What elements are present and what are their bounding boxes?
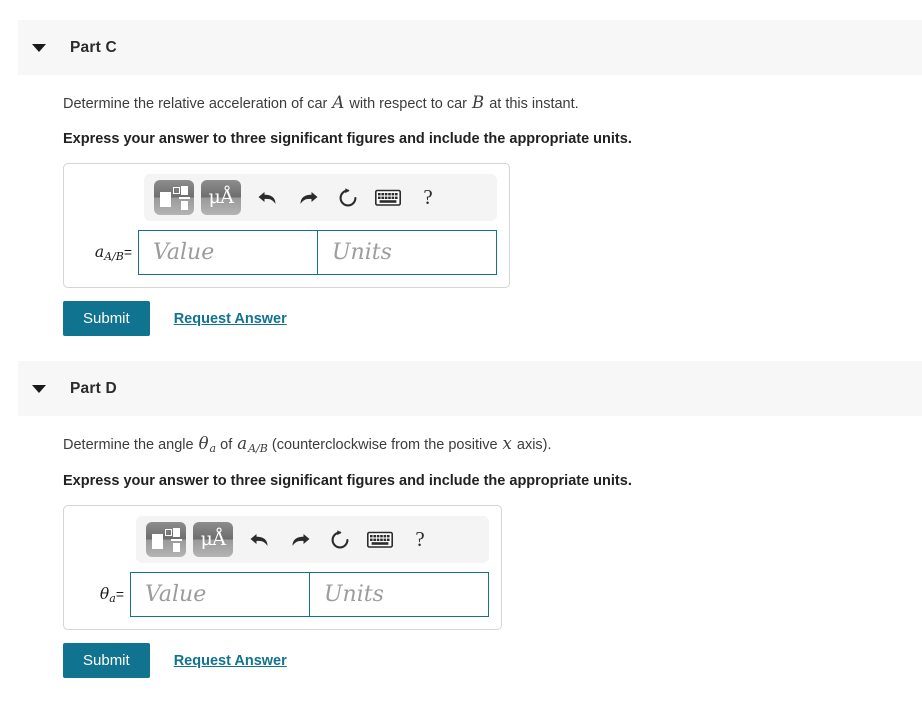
- template-glyph: [160, 185, 190, 210]
- question-prefix: Determine the angle: [63, 437, 198, 454]
- answer-input-row: θa=: [76, 572, 489, 618]
- answer-box-d: μÅ ? θa= Value Units: [63, 505, 502, 631]
- part-title: Part C: [70, 38, 117, 56]
- submit-button[interactable]: Submit: [63, 643, 150, 679]
- math-toolbar: μÅ ?: [144, 174, 497, 222]
- instruction-text: Express your answer to three significant…: [63, 131, 632, 148]
- undo-icon[interactable]: [240, 522, 280, 558]
- instruction-text: Express your answer to three significant…: [63, 473, 632, 490]
- answer-var-equals: =: [123, 244, 132, 261]
- request-answer-link[interactable]: Request Answer: [174, 311, 287, 327]
- part-body-d: Determine the angle θa of aA/B (counterc…: [0, 416, 922, 679]
- keyboard-icon[interactable]: [368, 180, 408, 216]
- math-template-icon[interactable]: [146, 522, 186, 558]
- undo-icon[interactable]: [248, 180, 288, 216]
- question-prefix: Determine the relative acceleration of c…: [63, 96, 332, 112]
- units-input[interactable]: [309, 572, 489, 618]
- question-text: Determine the angle θa of aA/B (counterc…: [63, 432, 922, 457]
- redo-icon[interactable]: [288, 180, 328, 216]
- question-middle: of: [216, 437, 237, 454]
- math-var-theta: θ: [198, 434, 209, 454]
- answer-box-c: μÅ ? aA/B= Value Units: [63, 163, 510, 289]
- units-icon[interactable]: μÅ: [193, 522, 233, 558]
- redo-icon[interactable]: [280, 522, 320, 558]
- submit-row-d: Submit Request Answer: [63, 643, 922, 679]
- part-header-d[interactable]: Part D: [18, 361, 922, 417]
- question-suffix: (counterclockwise from the positive: [267, 437, 502, 454]
- math-var-a: A: [332, 93, 345, 112]
- help-icon[interactable]: ?: [400, 522, 440, 558]
- math-var-a-sub: A/B: [248, 442, 268, 456]
- question-text: Determine the relative acceleration of c…: [63, 91, 922, 115]
- reset-icon[interactable]: [320, 522, 360, 558]
- value-input[interactable]: [130, 572, 310, 618]
- submit-row-c: Submit Request Answer: [63, 301, 922, 337]
- question-suffix: at this instant.: [485, 96, 579, 112]
- units-glyph: μÅ: [208, 186, 234, 209]
- part-body-c: Determine the relative acceleration of c…: [0, 75, 922, 337]
- units-glyph: μÅ: [200, 528, 226, 551]
- keyboard-icon[interactable]: [360, 522, 400, 558]
- reset-icon[interactable]: [328, 180, 368, 216]
- template-glyph: [152, 527, 182, 552]
- question-tail: axis).: [512, 437, 552, 454]
- question-middle: with respect to car: [345, 96, 472, 112]
- part-header-c[interactable]: Part C: [18, 20, 922, 75]
- chevron-down-icon[interactable]: [32, 384, 46, 393]
- math-var-a: a: [237, 434, 248, 454]
- request-answer-link[interactable]: Request Answer: [174, 653, 287, 669]
- answer-page: Part C Determine the relative accelerati…: [0, 20, 922, 707]
- part-section-d: Part D Determine the angle θa of aA/B (c…: [0, 361, 922, 679]
- answer-var-base: θ: [99, 585, 110, 604]
- math-toolbar: μÅ ?: [136, 516, 489, 564]
- part-title: Part D: [70, 379, 117, 397]
- value-input[interactable]: [138, 230, 318, 276]
- answer-input-row: aA/B=: [76, 230, 497, 276]
- units-icon[interactable]: μÅ: [201, 180, 241, 216]
- answer-var-equals: =: [115, 586, 124, 603]
- part-section-c: Part C Determine the relative accelerati…: [0, 20, 922, 337]
- answer-variable-label: aA/B=: [76, 242, 138, 263]
- math-var-b: B: [472, 93, 485, 112]
- units-input[interactable]: [317, 230, 497, 276]
- answer-var-base: a: [94, 243, 105, 262]
- submit-button[interactable]: Submit: [63, 301, 150, 337]
- math-template-icon[interactable]: [154, 180, 194, 216]
- help-icon[interactable]: ?: [408, 180, 448, 216]
- chevron-down-icon[interactable]: [32, 43, 46, 52]
- math-var-x: x: [502, 434, 512, 454]
- answer-variable-label: θa=: [76, 584, 130, 605]
- answer-var-sub: A/B: [104, 249, 124, 263]
